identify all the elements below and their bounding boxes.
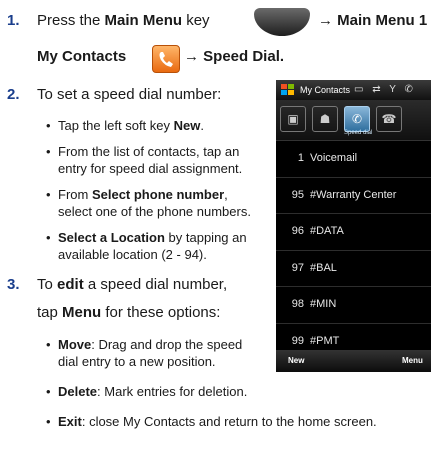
speed-dial-row[interactable]: 98 #MIN: [276, 287, 431, 324]
speed-dial-row[interactable]: 97 #BAL: [276, 251, 431, 287]
step-1-line-2: My Contacts: [37, 48, 127, 65]
step-2-text: To set a speed dial number:: [37, 86, 222, 103]
step-1-number: 1.: [7, 12, 20, 29]
bullet-exit: • Exit: close My Contacts and return to t…: [46, 414, 377, 429]
speed-dial-row[interactable]: 1 Voicemail: [276, 141, 431, 178]
phone-tab-strip: ▣ ☗ ✆ ☎ Speed dial: [276, 100, 431, 141]
bullet-contacts: • From the list of contacts, tap an: [46, 144, 240, 159]
phone-title-bar: My Contacts ▭ ⇄ Y ✆: [276, 80, 431, 100]
right-soft-key[interactable]: Menu: [402, 350, 423, 372]
phone-screenshot: My Contacts ▭ ⇄ Y ✆ ▣ ☗ ✆ ☎ Speed dial 1…: [276, 80, 431, 372]
bullet-dot: •: [46, 144, 51, 159]
left-soft-key[interactable]: New: [288, 350, 304, 372]
my-contacts-icon: [152, 45, 180, 73]
bullet-dot: •: [46, 384, 51, 399]
step-3-line-2: tap Menu for these options:: [37, 304, 221, 321]
bullet-delete: • Delete: Mark entries for deletion.: [46, 384, 248, 399]
bullet-dot: •: [46, 187, 51, 202]
bullet-location-cont: available location (2 - 94).: [58, 247, 207, 262]
step-3-number: 3.: [7, 276, 20, 293]
main-menu-key-label: Main Menu: [104, 12, 183, 29]
bullet-contacts-cont: entry for speed dial assignment.: [58, 161, 243, 176]
step-1-line-1: Press the Main Menu key: [37, 12, 210, 30]
soft-key-bar: New Menu: [276, 350, 431, 372]
tab-speed-dial[interactable]: ✆: [344, 106, 370, 132]
main-menu-key-icon: [254, 8, 310, 36]
bullet-new: • Tap the left soft key New.: [46, 118, 204, 133]
windows-flag-icon: [281, 84, 294, 95]
key-word: key: [182, 12, 210, 29]
tab-call-log[interactable]: ☎: [376, 106, 402, 132]
bullet-move-cont: dial entry to a new position.: [58, 354, 216, 369]
bullet-location: • Select a Location by tapping an: [46, 230, 247, 245]
step-3-line-1: To edit a speed dial number,: [37, 276, 228, 293]
bullet-select-phone-cont: select one of the phone numbers.: [58, 204, 251, 219]
tab-contacts[interactable]: ▣: [280, 106, 306, 132]
speed-dial-row[interactable]: 95 #Warranty Center: [276, 178, 431, 214]
step-1-press-text: Press the: [37, 12, 105, 29]
speed-dial-row[interactable]: 96 #DATA: [276, 214, 431, 251]
phone-title: My Contacts: [300, 85, 351, 95]
step-1-arrow-2: → Speed Dial.: [184, 48, 285, 65]
bullet-dot: •: [46, 230, 51, 245]
step-1-arrow-1: → Main Menu 1 →: [318, 12, 431, 29]
bullet-dot: •: [46, 414, 51, 429]
tab-groups[interactable]: ☗: [312, 106, 338, 132]
bullet-select-phone: • From Select phone number,: [46, 187, 228, 202]
tab-label-speed-dial: Speed dial: [344, 130, 373, 136]
status-icons: ▭ ⇄ Y ✆: [354, 84, 416, 95]
bullet-move: • Move: Drag and drop the speed: [46, 337, 243, 352]
bullet-dot: •: [46, 118, 51, 133]
bullet-dot: •: [46, 337, 51, 352]
step-2-number: 2.: [7, 86, 20, 103]
